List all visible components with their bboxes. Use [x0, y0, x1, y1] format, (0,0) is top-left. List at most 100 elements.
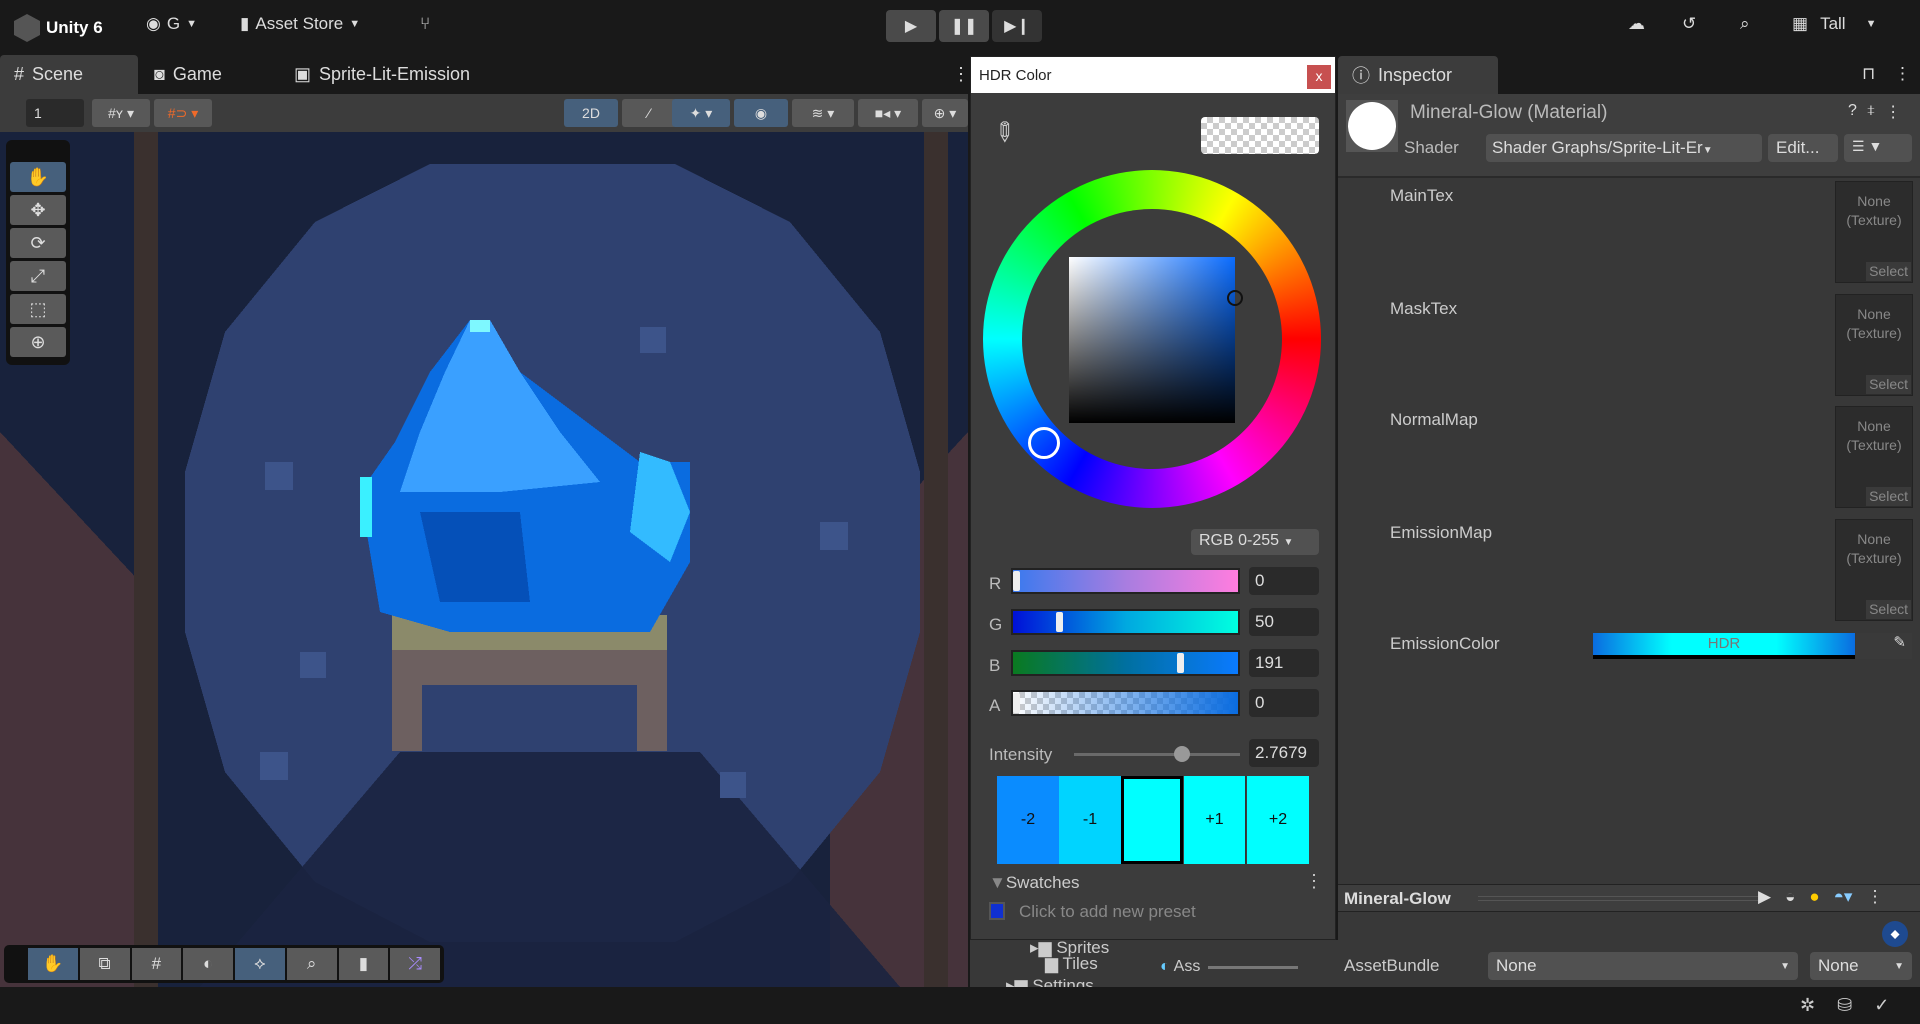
grid-size-field[interactable]: 1 [26, 99, 84, 127]
step-button[interactable]: ▶❙ [992, 10, 1042, 42]
folder-tiles[interactable]: ▆ Tiles [1045, 954, 1098, 974]
preset-swatch-icon[interactable] [989, 902, 1005, 920]
tab-game[interactable]: ◙ Game [140, 55, 236, 94]
grid-tool[interactable]: # [131, 948, 182, 980]
size-slider[interactable] [1208, 965, 1299, 969]
play-button[interactable]: ▶ [886, 10, 936, 42]
version-control-button[interactable]: ⑂ [420, 14, 430, 34]
debug-off-icon[interactable]: ✲ [1800, 995, 1815, 1016]
asset-store-dropdown[interactable]: ▮ Asset Store ▼ [240, 14, 360, 34]
pan-tool[interactable]: ✋ [28, 948, 78, 980]
zoom-tool[interactable]: ⌕ [286, 948, 337, 980]
select-button[interactable]: Select [1866, 487, 1911, 506]
emissionmap-slot[interactable]: None (Texture) Select [1835, 519, 1913, 621]
asset-filter[interactable]: ◐ Ass [1160, 958, 1299, 976]
r-slider[interactable] [1011, 568, 1240, 594]
r-field[interactable]: 0 [1249, 567, 1319, 595]
hand-tool[interactable]: ✋ [10, 162, 66, 192]
move-tool[interactable]: ✥ [10, 195, 66, 225]
select-button[interactable]: Select [1866, 262, 1911, 281]
g-field[interactable]: 50 [1249, 608, 1319, 636]
normalmap-slot[interactable]: None (Texture) Select [1835, 406, 1913, 508]
hdr-title-bar[interactable]: HDR Color x [971, 57, 1335, 93]
nodes-tool[interactable]: ⟡ [235, 948, 285, 980]
slider-handle[interactable] [1174, 746, 1190, 762]
shader-dropdown[interactable]: Shader Graphs/Sprite-Lit-Er▼ [1486, 134, 1762, 162]
exposure-swatch-current[interactable] [1121, 776, 1183, 864]
history-button[interactable]: ↺ [1682, 14, 1696, 34]
close-button[interactable]: x [1307, 65, 1331, 89]
b-field[interactable]: 191 [1249, 649, 1319, 677]
masktex-slot[interactable]: None (Texture) Select [1835, 294, 1913, 396]
slider-handle[interactable] [1056, 612, 1063, 632]
edit-shader-button[interactable]: Edit... [1768, 134, 1838, 162]
select-button[interactable]: Select [1866, 600, 1911, 619]
a-field[interactable]: 0 [1249, 689, 1319, 717]
unity-menu[interactable]: Unity 6 [14, 14, 103, 42]
light-icon[interactable]: ● [1809, 887, 1819, 907]
intensity-slider[interactable] [1074, 746, 1240, 762]
preset-icon[interactable]: ⧧ [1867, 102, 1875, 122]
check-circle-icon[interactable]: ✓ [1874, 995, 1889, 1016]
color-mode-dropdown[interactable]: RGB 0-255 ▼ [1191, 529, 1319, 555]
material-ball-icon[interactable]: ◓▾ [1834, 887, 1853, 907]
render-queue-dropdown[interactable]: ☰ ▼ [1844, 134, 1912, 162]
snap-dropdown[interactable]: #⊃ ▾ [154, 99, 212, 127]
grid-snap-dropdown[interactable]: #ʏ ▾ [92, 99, 150, 127]
sphere-mesh-icon[interactable]: ◒ [1785, 887, 1795, 907]
swatches-foldout[interactable]: ▼Swatches [989, 873, 1080, 893]
play-icon[interactable]: ▶ [1758, 887, 1771, 907]
exposure-swatch-minus-1[interactable]: -1 [1059, 776, 1121, 864]
slider-handle[interactable] [1013, 693, 1020, 713]
g-slider[interactable] [1011, 609, 1240, 635]
emission-color-field[interactable]: HDR [1593, 633, 1855, 659]
more-vert-icon[interactable]: ⋮ [1885, 102, 1901, 122]
hue-marker[interactable] [1028, 427, 1060, 459]
exposure-swatch-minus-2[interactable]: -2 [997, 776, 1059, 864]
scene-view[interactable]: ✋ ✥ ⟳ ⤢ ⬚ ⊕ ✋ ⧉ # ◐ ⟡ ⌕ ▮ ⤮ [0, 132, 968, 987]
exposure-swatch-plus-1[interactable]: +1 [1184, 776, 1246, 864]
visibility-toggle[interactable]: ◉ [734, 99, 788, 127]
rotate-tool[interactable]: ⟳ [10, 228, 66, 258]
eyedropper-icon[interactable]: ✎ [985, 114, 1023, 151]
assetbundle-variant-dropdown[interactable]: None ▼ [1810, 952, 1912, 980]
inspector-menu-button[interactable]: ⋮ [1894, 64, 1911, 84]
exposure-swatch-plus-2[interactable]: +2 [1247, 776, 1309, 864]
cloud-button[interactable]: ☁ [1628, 14, 1645, 34]
help-icon[interactable]: ? [1848, 102, 1857, 122]
search-button[interactable]: ⌕ [1740, 14, 1750, 34]
preview-drag-handle[interactable] [1478, 896, 1758, 901]
add-preset-button[interactable]: Click to add new preset [1019, 902, 1196, 922]
tab-shader-graph[interactable]: ▣ Sprite-Lit-Emission [280, 55, 484, 94]
assetbundle-dropdown[interactable]: None ▼ [1488, 952, 1798, 980]
tile-settings-tool[interactable]: ⧉ [79, 948, 130, 980]
layers-dropdown[interactable]: ≋ ▾ [792, 99, 854, 127]
rect-tool[interactable]: ⬚ [10, 294, 66, 324]
shuffle-tool[interactable]: ⤮ [390, 948, 440, 980]
a-slider[interactable] [1011, 690, 1240, 716]
more-vert-icon[interactable]: ⋮ [1866, 887, 1883, 907]
slider-handle[interactable] [1013, 571, 1020, 591]
account-dropdown[interactable]: ◉ G ▼ [146, 14, 197, 34]
maintex-slot[interactable]: None (Texture) Select [1835, 181, 1913, 283]
layout-dropdown[interactable]: ▦ Tall ▼ [1792, 14, 1876, 34]
intensity-field[interactable]: 2.7679 [1249, 739, 1319, 767]
tab-scene[interactable]: # Scene [0, 55, 138, 94]
cache-icon[interactable]: ⛁ [1837, 995, 1852, 1016]
b-slider[interactable] [1011, 650, 1240, 676]
sv-marker[interactable] [1227, 290, 1243, 306]
shading-tool[interactable]: ◐ [183, 948, 233, 980]
effects-dropdown[interactable]: ✦ ▾ [672, 99, 730, 127]
emission-eyedropper-button[interactable]: ✎ [1856, 633, 1912, 659]
lighting-toggle[interactable]: ⁄ [622, 99, 676, 127]
2d-toggle[interactable]: 2D [564, 99, 618, 127]
camera-dropdown[interactable]: ■◂ ▾ [858, 99, 918, 127]
saturation-value-square[interactable] [1069, 257, 1235, 423]
tab-inspector[interactable]: ⓘ Inspector [1338, 56, 1498, 94]
camera-tool[interactable]: ▮ [338, 948, 389, 980]
select-button[interactable]: Select [1866, 375, 1911, 394]
pause-button[interactable]: ❚❚ [939, 10, 989, 42]
gizmos-dropdown[interactable]: ⊕ ▾ [922, 99, 968, 127]
asset-label-button[interactable]: ⬥ [1882, 921, 1908, 947]
swatches-menu-button[interactable]: ⋮ [1305, 871, 1323, 892]
